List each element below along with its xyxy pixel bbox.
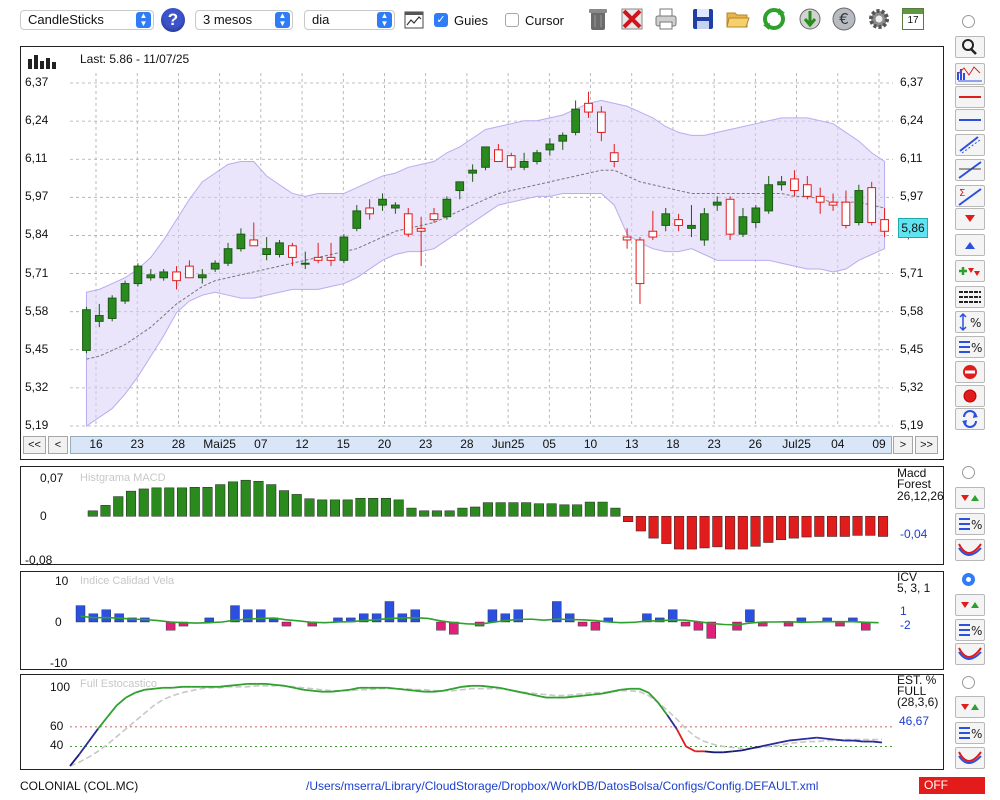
stoch-k-segment xyxy=(237,682,248,686)
stoch-k-segment xyxy=(265,682,276,686)
stoch-k-segment xyxy=(340,688,351,692)
stoch-k-segment xyxy=(405,688,416,692)
stoch-params: (28,3,6) xyxy=(897,695,939,709)
stoch-k-segment xyxy=(825,737,836,741)
stoch-k-segment xyxy=(125,691,136,699)
stoch-k-segment xyxy=(573,694,584,698)
config-path-link[interactable]: /Users/mserra/Library/CloudStorage/Dropb… xyxy=(306,779,818,793)
stoch-k-segment xyxy=(144,687,155,691)
stoch-k-segment xyxy=(872,740,883,744)
stoch-k-segment xyxy=(275,683,285,687)
stoch-k-segment xyxy=(116,696,127,707)
stoch-k-segment xyxy=(816,736,827,740)
stoch-k-segment xyxy=(415,689,425,693)
stoch-k-segment xyxy=(489,685,500,689)
stoch-k-segment xyxy=(135,688,145,694)
stoch-k-segment xyxy=(723,750,733,754)
stoch-k-segment xyxy=(172,685,183,689)
stoch-k-segment xyxy=(387,686,397,690)
stoch-k-segment xyxy=(788,738,799,742)
stoch-y-tick: 100 xyxy=(50,679,71,694)
stoch-k-segment xyxy=(303,688,313,692)
stoch-k-segment xyxy=(508,688,519,693)
stoch-y-tick: 60 xyxy=(50,718,64,733)
status-toggle[interactable]: OFF xyxy=(919,777,985,794)
stoch-k-segment xyxy=(797,737,808,741)
stoch-indicator-name: EST. % FULL xyxy=(897,673,937,698)
stoch-k-segment xyxy=(583,693,593,697)
stoch-k-segment xyxy=(461,684,472,688)
stoch-value: 46,67 xyxy=(899,714,930,728)
stoch-k-segment xyxy=(78,741,90,755)
stoch-k-segment xyxy=(87,728,99,743)
stoch-k-segment xyxy=(452,685,463,690)
stoch-k-segment xyxy=(704,750,715,754)
stoch-k-segment xyxy=(853,739,864,743)
stoch-k-segment xyxy=(536,694,547,699)
stoch-k-segment xyxy=(219,684,229,688)
stoch-k-segment xyxy=(433,689,444,693)
stoch-k-segment xyxy=(807,736,817,740)
stoch-k-segment xyxy=(779,739,789,744)
stoch-k-segment xyxy=(835,738,845,742)
stoch-k-segment xyxy=(611,688,621,693)
ticker-label: COLONIAL (COL.MC) xyxy=(20,779,139,793)
stoch-k-segment xyxy=(675,728,687,747)
stoch-k-segment xyxy=(564,695,575,699)
stoch-k-segment xyxy=(228,683,239,687)
stoch-k-segment xyxy=(732,749,743,753)
stoch-signal-line xyxy=(69,685,882,767)
stoch-k-segment xyxy=(620,687,631,691)
stoch-k-segment xyxy=(592,692,603,696)
stoch-k-segment xyxy=(312,689,323,693)
stoch-chart xyxy=(69,682,893,767)
stoch-y-tick: 40 xyxy=(50,738,64,753)
stoch-k-segment xyxy=(106,704,118,718)
stoch-k-segment xyxy=(685,745,696,753)
stoch-k-segment xyxy=(396,687,407,691)
stoch-k-segment xyxy=(480,684,491,688)
stoch-k-segment xyxy=(331,689,341,693)
stoch-k-segment xyxy=(769,741,780,746)
stoch-k-segment xyxy=(153,686,164,690)
